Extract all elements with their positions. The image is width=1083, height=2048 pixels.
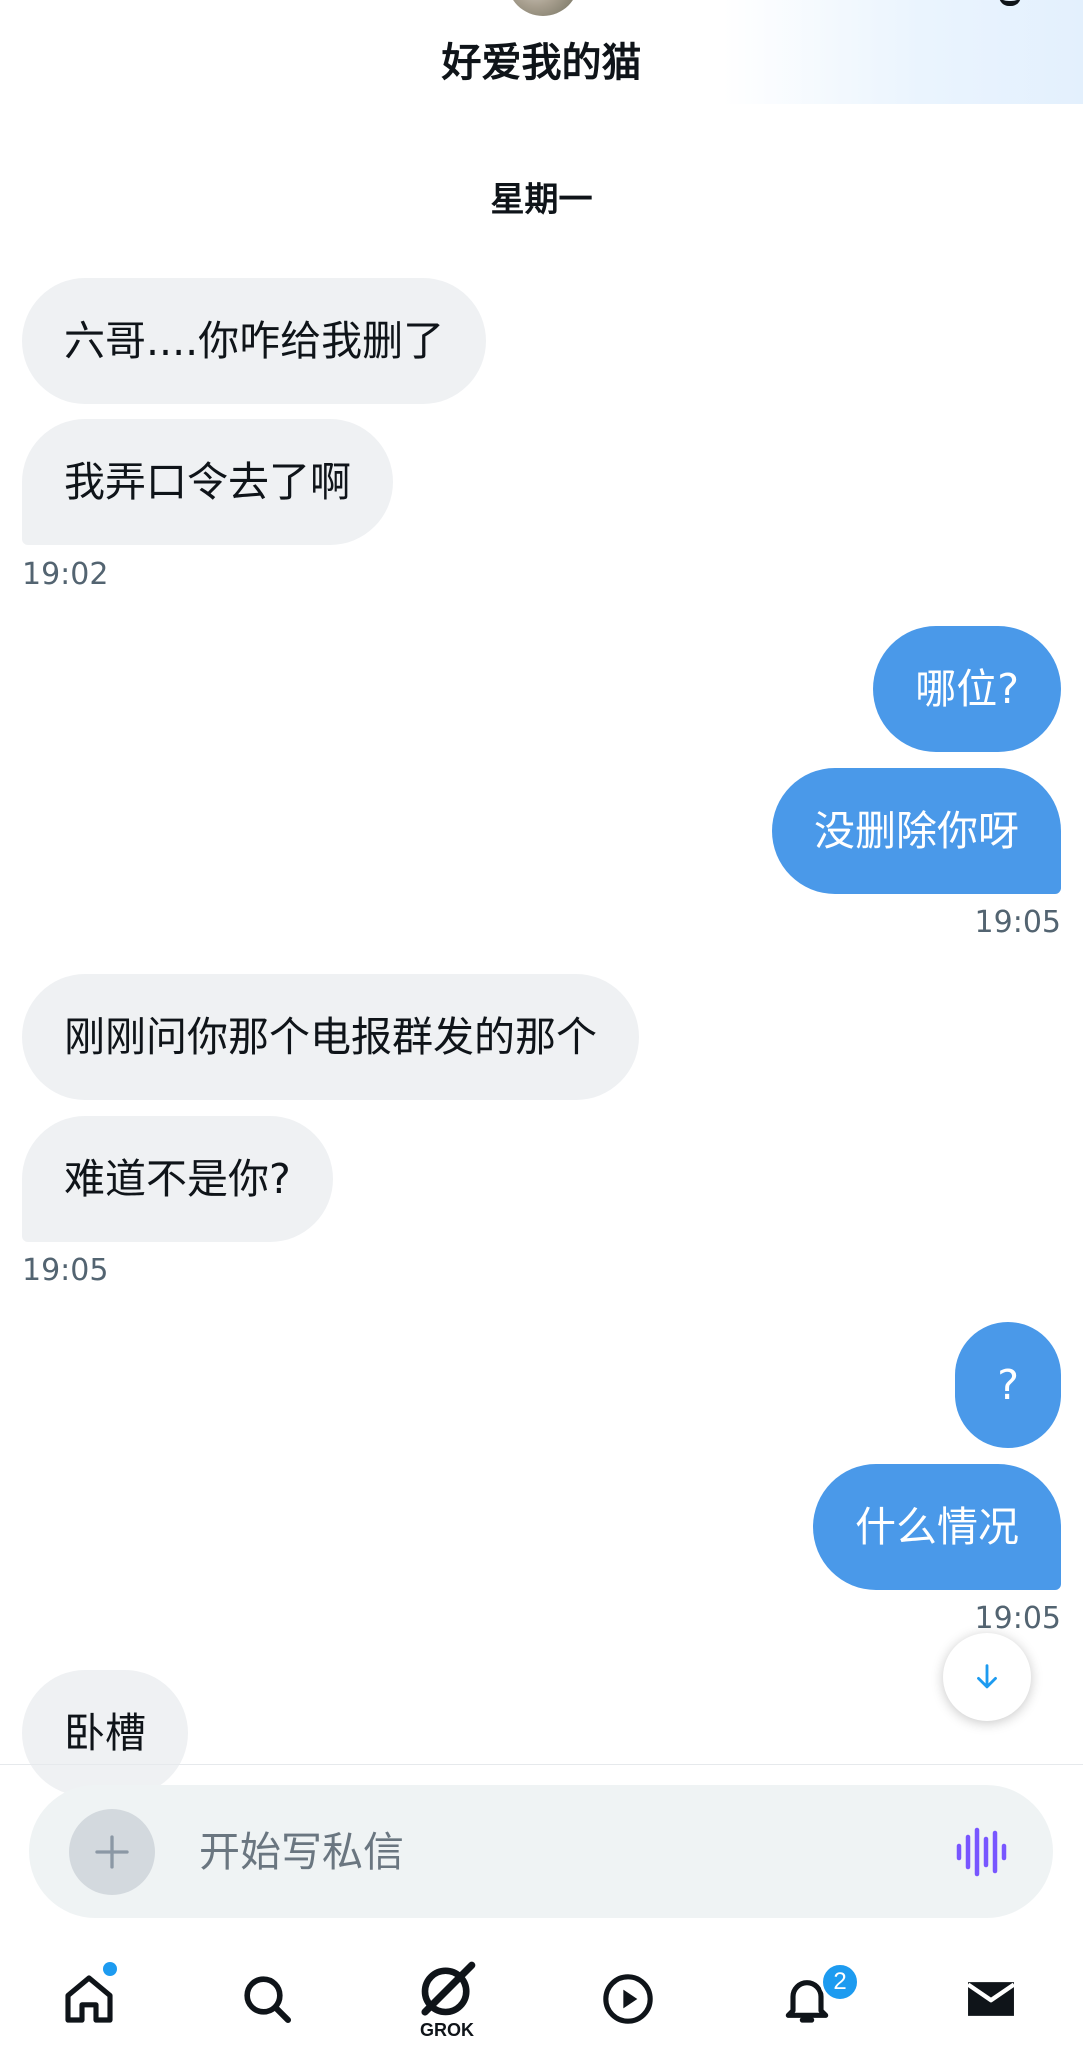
day-separator: 星期一	[490, 180, 593, 220]
incoming-message[interactable]: 卧槽	[22, 1670, 188, 1796]
voice-wave-icon[interactable]	[955, 1827, 1007, 1877]
home-icon	[65, 1975, 113, 2023]
incoming-message[interactable]: 刚刚问你那个电报群发的那个	[22, 974, 639, 1100]
message-timestamp: 19:05	[974, 905, 1061, 940]
arrow-down-icon	[977, 1664, 997, 1689]
mail-icon	[966, 1982, 1016, 2016]
bottom-navigation: GROK 2	[0, 1950, 1083, 2048]
conversation-title[interactable]: 好爱我的猫	[0, 30, 1083, 88]
message-composer	[29, 1785, 1053, 1918]
home-unread-dot	[103, 1962, 117, 1976]
message-timestamp: 19:05	[974, 1601, 1061, 1636]
nav-grok[interactable]: GROK	[402, 1950, 492, 2048]
avatar[interactable]	[507, 0, 579, 16]
message-timestamp: 19:05	[22, 1253, 109, 1288]
nav-home[interactable]	[44, 1950, 134, 2048]
message-input[interactable]	[199, 1785, 899, 1918]
nav-video[interactable]	[583, 1950, 673, 2048]
incoming-message[interactable]: 难道不是你?	[22, 1116, 333, 1242]
outgoing-message[interactable]: 什么情况	[813, 1464, 1061, 1590]
message-timestamp: 19:02	[22, 557, 109, 592]
nav-messages[interactable]	[946, 1950, 1036, 2048]
scroll-to-bottom-button[interactable]	[943, 1633, 1031, 1721]
outgoing-message[interactable]: 哪位?	[873, 626, 1061, 752]
composer-divider	[0, 1764, 1083, 1765]
notifications-badge: 2	[820, 1962, 860, 2002]
grok-icon	[421, 1961, 476, 2016]
outgoing-message[interactable]: 没删除你呀	[772, 768, 1061, 894]
play-icon	[603, 1974, 653, 2024]
grok-label: GROK	[420, 2020, 474, 2040]
nav-notifications[interactable]: 2	[762, 1950, 860, 2048]
outgoing-message[interactable]: ?	[955, 1322, 1061, 1448]
incoming-message[interactable]: 六哥....你咋给我删了	[22, 278, 487, 404]
plus-icon	[95, 1835, 129, 1869]
incoming-message[interactable]: 我弄口令去了啊	[22, 419, 393, 545]
add-media-button[interactable]	[69, 1809, 155, 1895]
nav-search[interactable]	[222, 1950, 312, 2048]
search-icon	[244, 1976, 292, 2024]
